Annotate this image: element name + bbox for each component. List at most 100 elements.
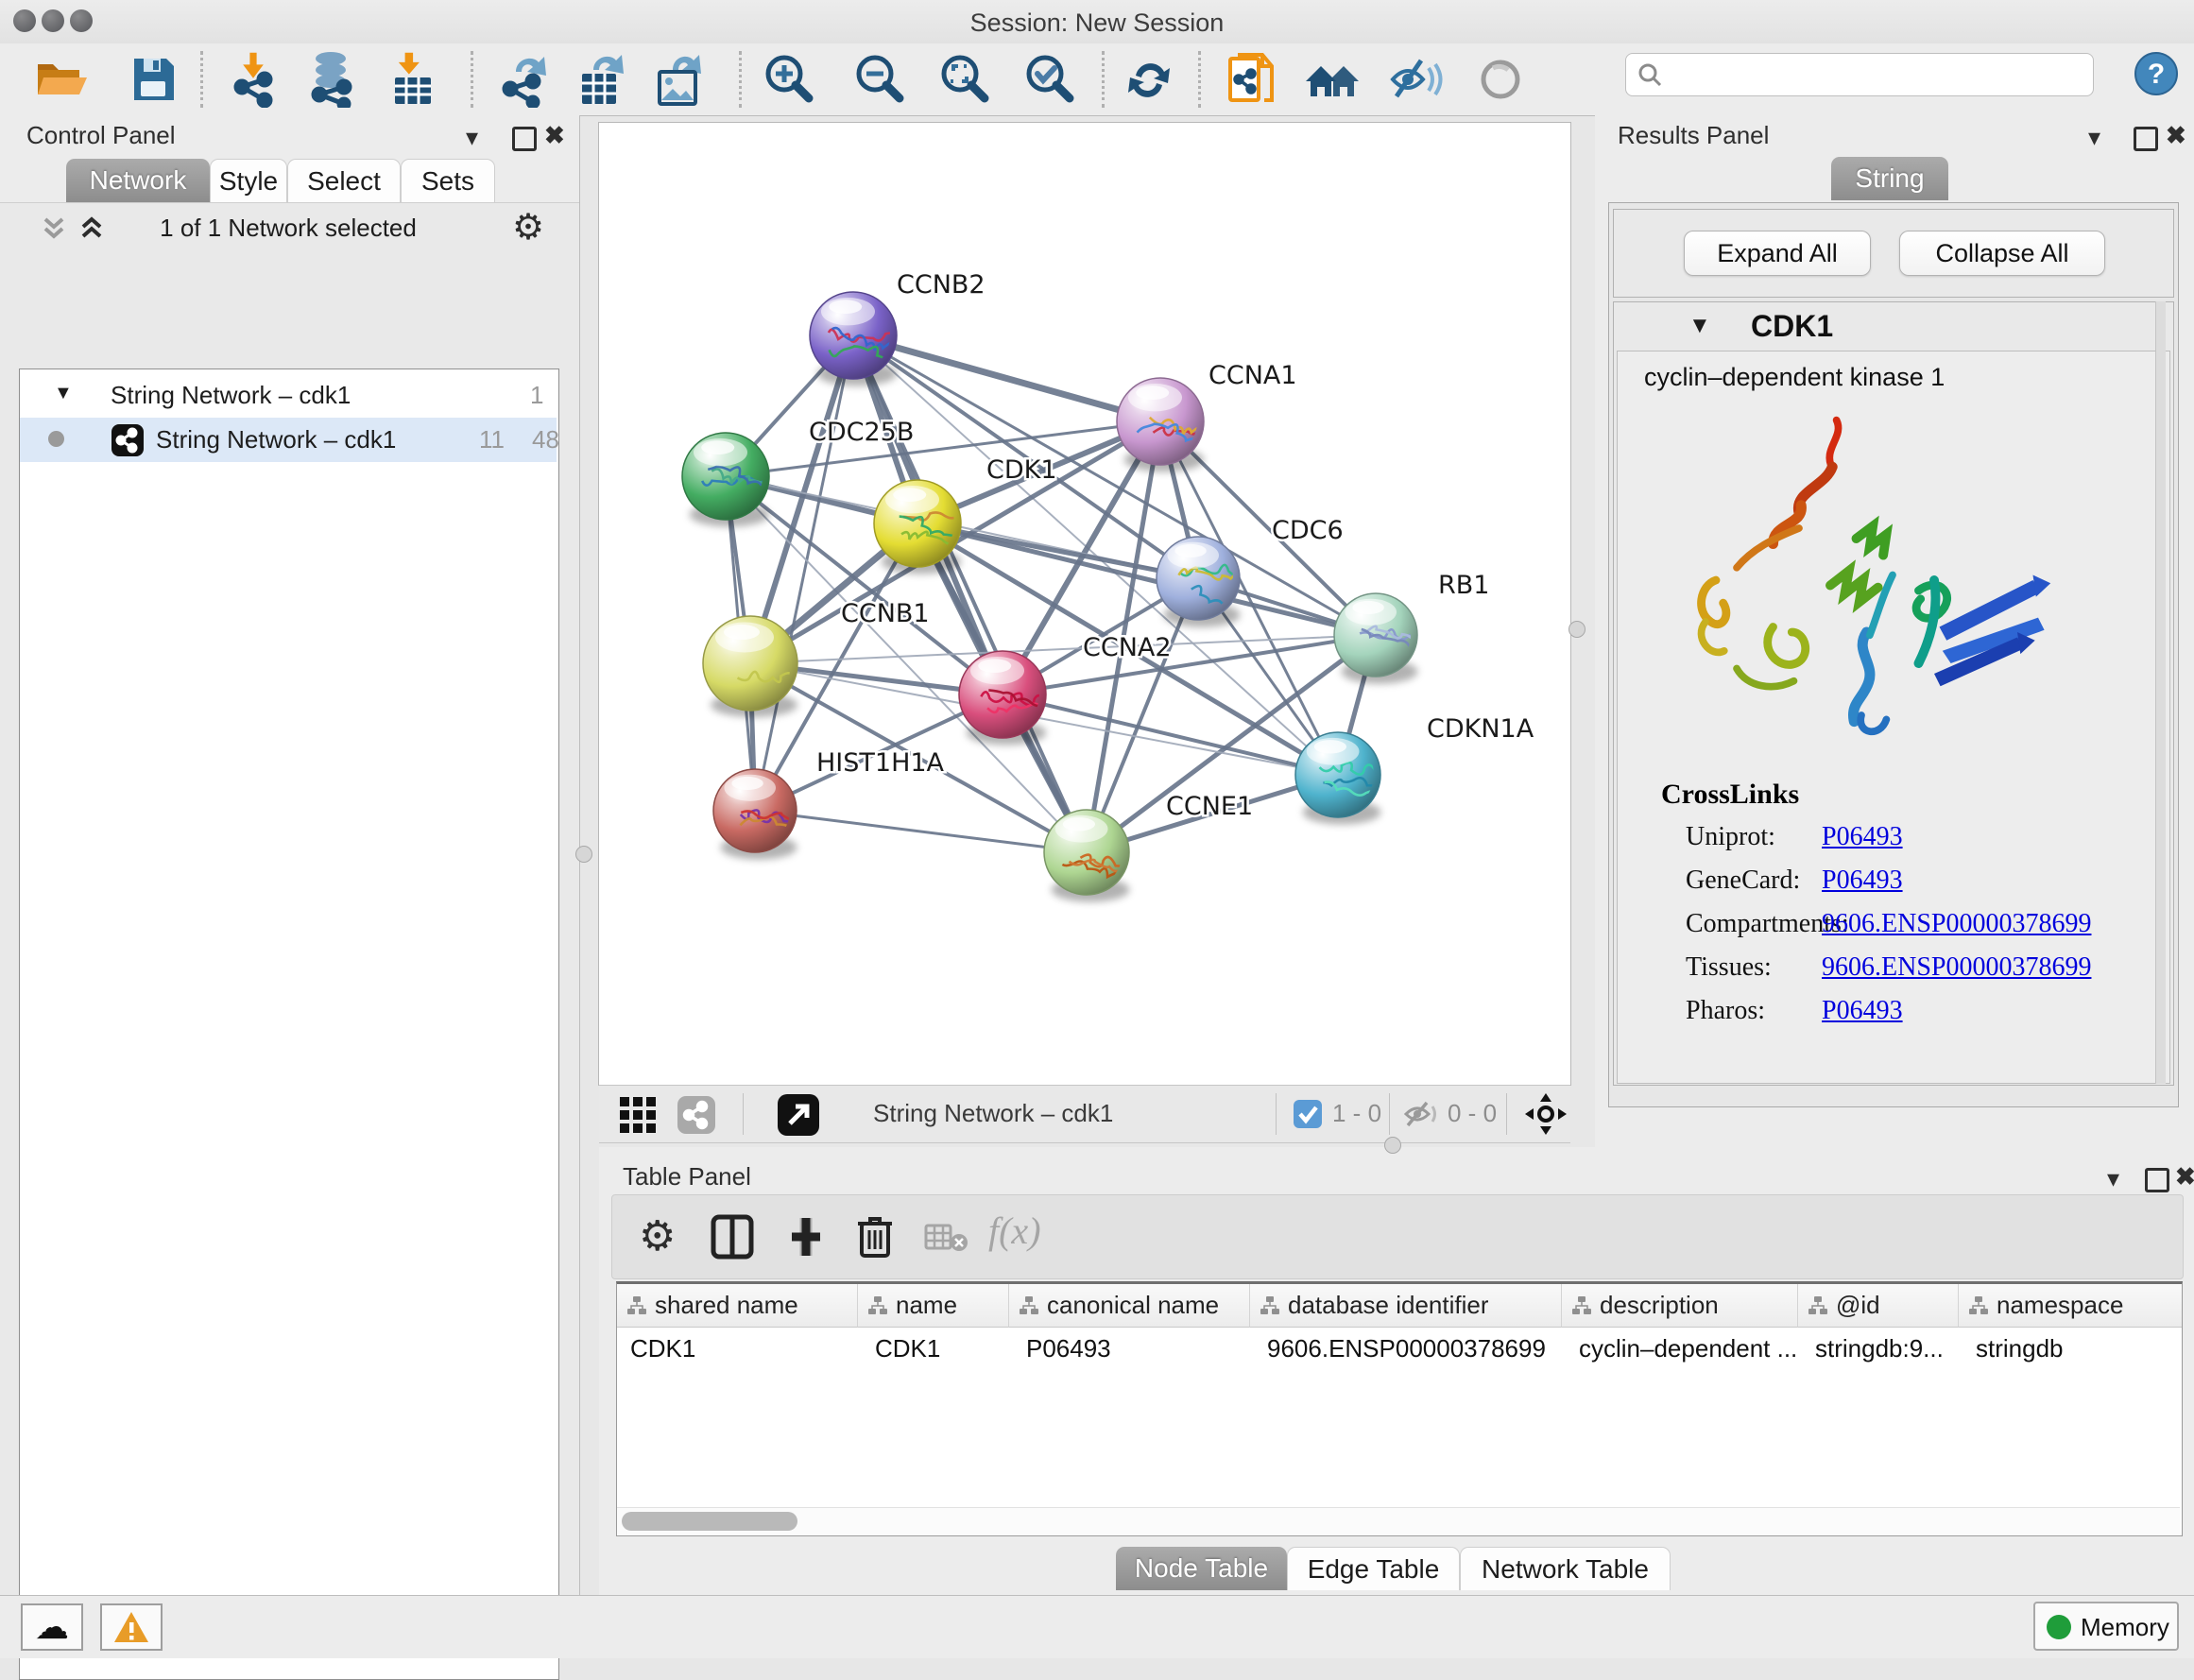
panel-close-icon[interactable]: ✖ (2175, 1162, 2194, 1191)
cell-canonical-name[interactable]: P06493 (1009, 1328, 1250, 1369)
help-icon[interactable]: ? (2134, 51, 2179, 101)
create-column-icon[interactable] (784, 1214, 828, 1260)
grid-view-icon[interactable] (618, 1095, 660, 1135)
export-image-icon[interactable] (652, 51, 705, 108)
table-row[interactable]: CDK1CDK1P064939606.ENSP00000378699cyclin… (617, 1328, 2183, 1369)
tab-sets[interactable]: Sets (401, 159, 495, 202)
home-icon[interactable] (1302, 51, 1355, 108)
import-table-file-icon[interactable] (384, 51, 437, 108)
crosslink-link[interactable]: P06493 (1822, 866, 1903, 896)
column-header-name[interactable]: name (858, 1284, 1009, 1328)
memory-button[interactable]: Memory (2033, 1602, 2179, 1651)
zoom-in-icon[interactable] (762, 51, 814, 108)
splitter-handle[interactable] (1568, 621, 1586, 638)
column-type-icon (1019, 1295, 1039, 1316)
gene-collapse-icon[interactable]: ▼ (1688, 313, 1711, 339)
import-network-file-icon[interactable] (229, 51, 282, 108)
panel-float-icon[interactable] (512, 127, 537, 151)
open-file-share-icon[interactable] (1225, 51, 1277, 108)
column-header--id[interactable]: @id (1798, 1284, 1959, 1328)
cell-namespace[interactable]: stringdb (1959, 1328, 2183, 1369)
delete-column-trash-icon[interactable] (854, 1212, 896, 1260)
panel-float-icon[interactable] (2134, 127, 2158, 151)
tab-string[interactable]: String (1831, 157, 1948, 200)
cell--id[interactable]: stringdb:9... (1798, 1328, 1959, 1369)
crosslink-row: Uniprot:P06493 (1618, 816, 2169, 860)
tab-style[interactable]: Style (210, 159, 287, 202)
splitter-handle[interactable] (1384, 1137, 1401, 1154)
search-input[interactable] (1625, 53, 2094, 96)
edge-CCNA2-CDKN1A[interactable] (1003, 694, 1338, 775)
column-header-description[interactable]: description (1562, 1284, 1798, 1328)
tab-edge-table[interactable]: Edge Table (1287, 1547, 1460, 1590)
column-header-database-identifier[interactable]: database identifier (1250, 1284, 1562, 1328)
detach-view-icon[interactable] (777, 1093, 820, 1137)
collapse-all-button[interactable]: Collapse All (1899, 231, 2105, 276)
collection-expand-icon[interactable]: ▼ (54, 383, 73, 404)
table-hscrollbar[interactable] (617, 1507, 2180, 1534)
zoom-selected-icon[interactable] (1022, 51, 1075, 108)
network-options-gear-icon[interactable]: ⚙ (512, 206, 544, 249)
tab-network-table[interactable]: Network Table (1460, 1547, 1671, 1590)
network-share-icon[interactable] (677, 1095, 716, 1135)
refresh-icon[interactable] (1123, 51, 1175, 108)
cell-shared-name[interactable]: CDK1 (617, 1328, 858, 1369)
node-HIST1H1A[interactable]: HIST1H1A (713, 748, 945, 860)
panel-float-icon[interactable] (2145, 1168, 2169, 1192)
crosslink-link[interactable]: 9606.ENSP00000378699 (1822, 952, 2091, 983)
column-header-shared-name[interactable]: shared name (617, 1284, 858, 1328)
table-settings-gear-icon[interactable]: ⚙ (639, 1212, 676, 1260)
panel-menu-icon[interactable]: ▾ (466, 123, 478, 152)
delete-table-icon[interactable] (924, 1222, 969, 1254)
selected-checkbox-icon[interactable] (1293, 1099, 1323, 1129)
save-session-icon[interactable] (127, 51, 180, 108)
zoom-out-icon[interactable] (852, 51, 905, 108)
cell-database-identifier[interactable]: 9606.ENSP00000378699 (1250, 1328, 1562, 1369)
node-CDC6[interactable]: CDC6 (1157, 516, 1344, 627)
panel-menu-icon[interactable]: ▾ (2107, 1164, 2119, 1193)
svg-text:?: ? (2148, 59, 2165, 90)
expand-all-button[interactable]: Expand All (1684, 231, 1871, 276)
open-session-icon[interactable] (34, 51, 87, 108)
node-RB1[interactable]: RB1 (1334, 571, 1489, 684)
show-hide-graphics-icon[interactable] (1387, 51, 1440, 108)
network-canvas[interactable]: CCNB2CCNA1CDC25BCDK1CDC6RB1CCNB1CCNA2CDK… (599, 123, 1570, 1085)
panel-close-icon[interactable]: ✖ (2166, 121, 2186, 150)
function-builder-icon[interactable]: f(x) (988, 1209, 1041, 1253)
network-row[interactable]: String Network – cdk1 11 48 (20, 418, 557, 462)
network-collection-row[interactable]: ▼ String Network – cdk1 1 (20, 373, 557, 418)
node-CCNA1[interactable]: CCNA1 (1117, 361, 1297, 471)
cloud-status-button[interactable]: ☁ (21, 1603, 83, 1651)
tab-node-table[interactable]: Node Table (1116, 1547, 1287, 1590)
import-network-database-icon[interactable] (304, 51, 357, 108)
tab-select[interactable]: Select (287, 159, 401, 202)
column-header-canonical-name[interactable]: canonical name (1009, 1284, 1250, 1328)
hidden-eye-icon[interactable] (1402, 1099, 1440, 1129)
crosslink-link[interactable]: P06493 (1822, 996, 1903, 1026)
edge-HIST1H1A-CCNE1[interactable] (755, 811, 1087, 852)
node-CDKN1A[interactable]: CDKN1A (1295, 714, 1534, 825)
crosslink-link[interactable]: 9606.ENSP00000378699 (1822, 909, 2091, 939)
cell-description[interactable]: cyclin–dependent ... (1562, 1328, 1798, 1369)
collapse-all-icon[interactable] (38, 214, 70, 244)
toolbar-separator (1389, 1093, 1390, 1135)
zoom-fit-icon[interactable] (937, 51, 990, 108)
export-table-icon[interactable] (574, 51, 627, 108)
hscrollbar-thumb[interactable] (622, 1512, 797, 1531)
export-network-icon[interactable] (497, 51, 550, 108)
fit-selected-crosshair-icon[interactable] (1523, 1091, 1568, 1137)
tab-network[interactable]: Network (66, 159, 210, 202)
panel-close-icon[interactable]: ✖ (544, 121, 565, 150)
panel-menu-icon[interactable]: ▾ (2088, 123, 2100, 152)
column-header-namespace[interactable]: namespace (1959, 1284, 2183, 1328)
expand-all-icon[interactable] (76, 214, 108, 244)
show-columns-icon[interactable] (711, 1214, 754, 1260)
edge-CCNB2-HIST1H1A[interactable] (755, 335, 853, 811)
results-scrollbar[interactable] (2155, 301, 2166, 1084)
level-of-detail-icon[interactable] (1474, 51, 1527, 108)
splitter-handle[interactable] (575, 846, 592, 863)
node-label-RB1: RB1 (1438, 571, 1489, 600)
warnings-button[interactable] (100, 1603, 163, 1651)
crosslink-link[interactable]: P06493 (1822, 822, 1903, 852)
cell-name[interactable]: CDK1 (858, 1328, 1009, 1369)
